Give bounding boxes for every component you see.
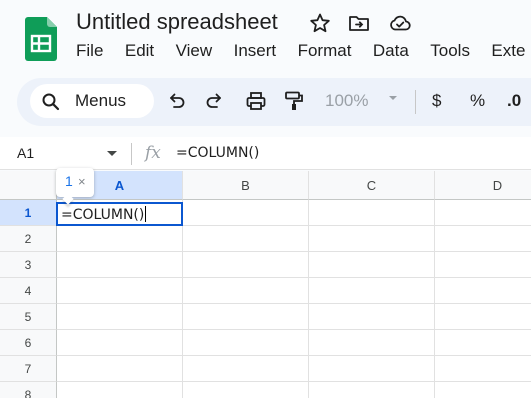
select-all-corner[interactable]	[0, 171, 57, 200]
zoom-select[interactable]: 100%	[325, 91, 368, 111]
formula-count-chip[interactable]: 1 ×	[56, 168, 94, 205]
row-header-3[interactable]: 3	[0, 252, 57, 278]
name-box-chevron-down-icon[interactable]	[106, 149, 118, 159]
cell-a7[interactable]	[57, 356, 183, 382]
cell-d8[interactable]	[435, 382, 531, 398]
cell-d4[interactable]	[435, 278, 531, 304]
menu-data[interactable]: Data	[373, 41, 409, 61]
cell-b4[interactable]	[183, 278, 309, 304]
close-icon[interactable]: ×	[78, 174, 86, 189]
row-header-4[interactable]: 4	[0, 278, 57, 304]
menu-insert[interactable]: Insert	[234, 41, 277, 61]
cell-c2[interactable]	[309, 226, 435, 252]
spreadsheet-app: Untitled spreadsheet File Edit View Inse…	[0, 0, 531, 398]
toolbar-divider	[415, 90, 416, 114]
decrease-decimal-button[interactable]: .0	[507, 91, 521, 111]
cell-d2[interactable]	[435, 226, 531, 252]
sheets-logo-icon[interactable]	[25, 17, 57, 61]
title-bar: Untitled spreadsheet File Edit View Inse…	[0, 0, 531, 76]
chip-count: 1	[65, 173, 73, 189]
cell-a8[interactable]	[57, 382, 183, 398]
row-header-8[interactable]: 8	[0, 382, 57, 398]
undo-icon[interactable]	[166, 90, 188, 112]
cell-d5[interactable]	[435, 304, 531, 330]
menu-tools[interactable]: Tools	[430, 41, 470, 61]
cell-c6[interactable]	[309, 330, 435, 356]
cell-d6[interactable]	[435, 330, 531, 356]
cell-c1[interactable]	[309, 200, 435, 226]
cell-a2[interactable]	[57, 226, 183, 252]
star-icon[interactable]	[308, 11, 332, 35]
name-box[interactable]: A1	[17, 145, 34, 161]
menu-format[interactable]: Format	[298, 41, 352, 61]
cell-b6[interactable]	[183, 330, 309, 356]
menu-view[interactable]: View	[176, 41, 213, 61]
menu-edit[interactable]: Edit	[125, 41, 154, 61]
formula-bar: A1 fx =COLUMN()	[0, 137, 531, 170]
formula-input[interactable]: =COLUMN()	[176, 145, 259, 161]
row-header-1[interactable]: 1	[0, 200, 57, 226]
currency-format-button[interactable]: $	[432, 91, 441, 111]
row-header-7[interactable]: 7	[0, 356, 57, 382]
toolbar: Menus 100% $ % .0	[17, 78, 531, 126]
cell-c3[interactable]	[309, 252, 435, 278]
row-header-6[interactable]: 6	[0, 330, 57, 356]
paint-format-icon[interactable]	[283, 90, 305, 112]
column-header-c[interactable]: C	[309, 171, 435, 200]
text-cursor	[145, 206, 147, 222]
cell-b8[interactable]	[183, 382, 309, 398]
formula-bar-divider	[131, 143, 132, 165]
cell-a6[interactable]	[57, 330, 183, 356]
row-header-2[interactable]: 2	[0, 226, 57, 252]
column-header-b[interactable]: B	[183, 171, 309, 200]
cell-d7[interactable]	[435, 356, 531, 382]
percent-format-button[interactable]: %	[470, 91, 485, 111]
cloud-saved-icon[interactable]	[388, 11, 412, 35]
search-menus-label: Menus	[75, 91, 127, 110]
search-icon	[42, 93, 60, 111]
document-title[interactable]: Untitled spreadsheet	[76, 9, 278, 35]
active-cell-editor[interactable]: =COLUMN()	[56, 202, 183, 226]
redo-icon[interactable]	[203, 90, 225, 112]
cell-d1[interactable]	[435, 200, 531, 226]
fx-icon: fx	[145, 143, 161, 163]
cell-b7[interactable]	[183, 356, 309, 382]
move-to-folder-icon[interactable]	[347, 11, 371, 35]
cell-a5[interactable]	[57, 304, 183, 330]
sheet-grid: A B C D 1 2 3 4 5 6 7 8 =COLUMN()	[0, 171, 531, 398]
cell-d3[interactable]	[435, 252, 531, 278]
cell-c5[interactable]	[309, 304, 435, 330]
cell-c7[interactable]	[309, 356, 435, 382]
menu-extensions[interactable]: Exte	[491, 41, 525, 61]
column-header-d[interactable]: D	[435, 171, 531, 200]
print-icon[interactable]	[245, 90, 267, 112]
cell-b2[interactable]	[183, 226, 309, 252]
zoom-chevron-down-icon[interactable]	[387, 92, 399, 104]
cell-a3[interactable]	[57, 252, 183, 278]
search-menus-button[interactable]: Menus	[30, 84, 154, 118]
row-header-5[interactable]: 5	[0, 304, 57, 330]
cell-c4[interactable]	[309, 278, 435, 304]
active-cell-text: =COLUMN()	[61, 206, 147, 223]
cell-a4[interactable]	[57, 278, 183, 304]
menu-bar: File Edit View Insert Format Data Tools …	[76, 41, 531, 63]
cell-b5[interactable]	[183, 304, 309, 330]
cell-c8[interactable]	[309, 382, 435, 398]
menu-file[interactable]: File	[76, 41, 103, 61]
active-cell-value: =COLUMN()	[61, 207, 145, 223]
cell-b3[interactable]	[183, 252, 309, 278]
cell-b1[interactable]	[183, 200, 309, 226]
